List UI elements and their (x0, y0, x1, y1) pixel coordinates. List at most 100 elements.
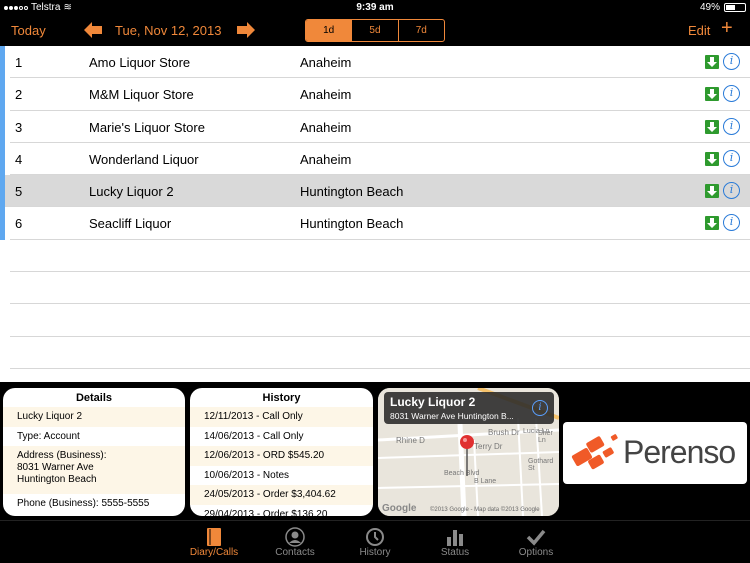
history-title: History (262, 392, 301, 404)
tab-diary-calls[interactable]: Diary/Calls (174, 525, 254, 558)
current-date[interactable]: Tue, Nov 12, 2013 (115, 23, 221, 38)
customer-city: Huntington Beach (300, 216, 404, 232)
history-item: 14/06/2013 - Call Only (204, 430, 304, 442)
customer-name: Lucky Liquor 2 (89, 184, 174, 200)
history-icon (366, 528, 384, 546)
checkmark-icon (526, 529, 546, 546)
info-icon[interactable]: i (532, 400, 548, 416)
map-callout[interactable]: Lucky Liquor 2 8031 Warner Ave Huntingto… (384, 392, 554, 424)
arrow-left-icon (84, 22, 102, 38)
history-item: 10/06/2013 - Notes (204, 469, 290, 481)
customer-name: Wonderland Liquor (89, 151, 199, 167)
customer-name: Amo Liquor Store (89, 55, 191, 70)
address-label: Address (Business): (17, 450, 107, 461)
row-number: 6 (15, 216, 23, 232)
today-button[interactable]: Today (11, 23, 46, 38)
history-card[interactable]: History 12/11/2013 - Call Only 14/06/201… (190, 388, 373, 516)
download-icon[interactable] (705, 87, 719, 102)
tab-bar: Diary/Calls Contacts History Status Opti… (0, 520, 750, 563)
history-item: 24/05/2013 - Order $3,404.62 (190, 485, 373, 505)
street-label: Gothard St (528, 458, 554, 472)
address-line2: Huntington Beach (17, 474, 97, 485)
customer-city: Anaheim (300, 87, 352, 103)
street-label: Sher Ln (538, 430, 553, 444)
tab-status[interactable]: Status (415, 525, 495, 558)
info-icon[interactable]: i (723, 117, 740, 135)
segment-7d[interactable]: 7d (399, 20, 444, 41)
segment-1d[interactable]: 1d (306, 20, 353, 41)
status-time: 9:39 am (356, 2, 394, 13)
arrow-right-icon (237, 22, 255, 38)
street-label: Rhine D (396, 436, 425, 445)
info-icon[interactable]: i (723, 214, 740, 232)
download-icon[interactable] (705, 216, 719, 231)
history-item: 12/11/2013 - Call Only (190, 407, 373, 427)
list-item[interactable]: 1 Amo Liquor Store Anaheim i (0, 46, 750, 79)
address-line1: 8031 Warner Ave (17, 462, 94, 473)
row-number: 1 (15, 55, 23, 70)
customer-name: M&M Liquor Store (89, 87, 194, 103)
list-item[interactable]: 3 Marie's Liquor Store Anaheim i (0, 110, 750, 143)
status-bar: Telstra ≋ 9:39 am 49% (0, 0, 750, 16)
row-number: 2 (15, 87, 23, 103)
segment-5d[interactable]: 5d (352, 20, 399, 41)
add-button[interactable]: + (721, 18, 733, 38)
tab-label: Contacts (275, 547, 315, 558)
customer-city: Anaheim (300, 151, 352, 167)
info-icon[interactable]: i (723, 85, 740, 103)
list-item[interactable]: 2 M&M Liquor Store Anaheim i (0, 78, 750, 111)
info-icon[interactable]: i (723, 182, 740, 200)
list-item[interactable]: 4 Wonderland Liquor Anaheim i (0, 142, 750, 176)
customer-name: Marie's Liquor Store (89, 119, 205, 135)
perenso-logo: Perenso (563, 422, 747, 484)
info-icon[interactable]: i (723, 149, 740, 167)
row-marker (0, 142, 5, 176)
row-number: 4 (15, 151, 23, 167)
history-item: 12/06/2013 - ORD $545.20 (190, 446, 373, 466)
row-marker (0, 207, 5, 240)
empty-row (10, 240, 750, 273)
info-icon[interactable]: i (723, 53, 740, 70)
tab-history[interactable]: History (335, 525, 415, 558)
details-phone: Phone (Business): 5555-5555 (17, 498, 150, 509)
detail-panel: Details Lucky Liquor 2 Type: Account Add… (0, 382, 750, 520)
download-icon[interactable] (705, 55, 719, 69)
range-segmented-control: 1d 5d 7d (305, 19, 445, 42)
details-title: Details (75, 392, 113, 404)
customer-name: Seacliff Liquor (89, 216, 172, 232)
tab-label: Diary/Calls (189, 547, 239, 558)
empty-row (10, 272, 750, 305)
next-day-button[interactable] (237, 22, 255, 43)
details-type: Type: Account (17, 430, 80, 442)
battery-indicator: 49% (700, 2, 746, 13)
battery-percent: 49% (699, 2, 720, 13)
details-name: Lucky Liquor 2 (3, 407, 185, 427)
tab-contacts[interactable]: Contacts (255, 525, 335, 558)
download-icon[interactable] (705, 119, 719, 134)
location-map[interactable]: Brush Dr Rhine D Terry Dr Beach Blvd B L… (378, 388, 559, 516)
empty-row (10, 337, 750, 369)
customer-city: Anaheim (300, 119, 352, 135)
street-label: Terry Dr (474, 442, 503, 451)
tab-label: History (359, 547, 391, 558)
details-card[interactable]: Details Lucky Liquor 2 Type: Account Add… (3, 388, 185, 516)
download-icon[interactable] (705, 184, 719, 199)
diary-icon (207, 528, 221, 546)
row-number: 3 (15, 119, 23, 135)
previous-day-button[interactable] (84, 22, 102, 43)
callout-title: Lucky Liquor 2 (390, 395, 476, 409)
map-pin-icon (460, 435, 474, 476)
edit-button[interactable]: Edit (688, 23, 710, 38)
street-label: Brush Dr (488, 428, 520, 437)
row-number: 5 (15, 184, 23, 200)
list-item-selected[interactable]: 5 Lucky Liquor 2 Huntington Beach i (0, 175, 750, 208)
callout-subtitle: 8031 Warner Ave Huntington B... (390, 411, 514, 421)
tab-label: Options (518, 547, 554, 558)
row-marker (0, 110, 5, 143)
list-item[interactable]: 6 Seacliff Liquor Huntington Beach i (0, 207, 750, 240)
status-icon (447, 530, 463, 546)
tab-options[interactable]: Options (496, 525, 576, 558)
history-item: 29/04/2013 - Order $136.20 (204, 508, 328, 517)
battery-icon (724, 3, 746, 12)
download-icon[interactable] (705, 151, 719, 166)
